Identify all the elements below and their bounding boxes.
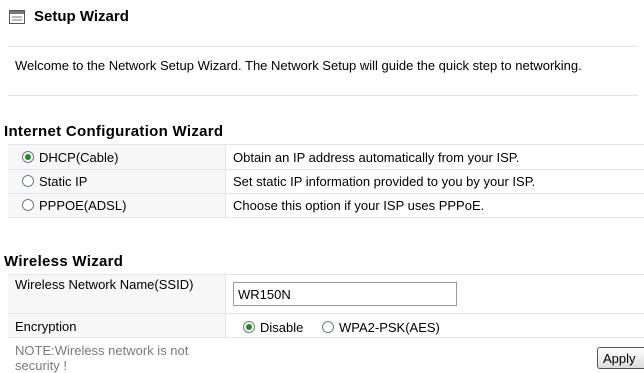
dhcp-radio[interactable] (22, 151, 34, 163)
encryption-label: Encryption (15, 319, 77, 334)
security-note: NOTE:Wireless network is not security ! (15, 343, 189, 373)
dhcp-description: Obtain an IP address automatically from … (233, 150, 520, 165)
wizard-page-icon (9, 10, 25, 24)
encryption-disable-label: Disable (260, 320, 304, 335)
wireless-wizard-title: Wireless Wizard (4, 253, 124, 270)
page-title: Setup Wizard (34, 8, 129, 25)
divider (8, 337, 644, 338)
ssid-label: Wireless Network Name(SSID) (15, 277, 194, 292)
apply-button[interactable]: Apply (597, 347, 644, 369)
internet-wizard-title: Internet Configuration Wizard (4, 123, 224, 140)
encryption-wpa2-label: WPA2-PSK(AES) (339, 320, 440, 335)
column-divider (225, 275, 226, 337)
static-ip-radio[interactable] (22, 175, 34, 187)
welcome-panel: Welcome to the Network Setup Wizard. The… (8, 46, 638, 96)
pppoe-description: Choose this option if your ISP uses PPPo… (233, 198, 485, 213)
divider (8, 217, 644, 218)
welcome-text: Welcome to the Network Setup Wizard. The… (15, 58, 582, 73)
encryption-wpa2-radio[interactable] (322, 321, 334, 333)
ssid-input[interactable] (233, 282, 457, 306)
static-ip-label: Static IP (39, 174, 88, 189)
dhcp-label: DHCP(Cable) (39, 150, 119, 165)
column-divider (225, 145, 226, 217)
static-ip-description: Set static IP information provided to yo… (233, 174, 536, 189)
pppoe-label: PPPOE(ADSL) (39, 198, 127, 213)
pppoe-radio[interactable] (22, 199, 34, 211)
encryption-disable-radio[interactable] (243, 321, 255, 333)
